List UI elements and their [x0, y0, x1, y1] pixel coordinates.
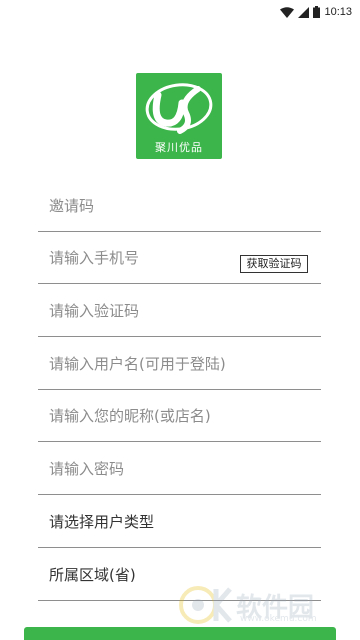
battery-icon — [313, 6, 321, 18]
signal-icon — [298, 6, 310, 18]
watermark: 软件园 www.okemu.com — [178, 585, 354, 625]
phone-placeholder: 请输入手机号 — [49, 249, 140, 267]
nickname-field[interactable]: 请输入您的昵称(或店名) — [38, 389, 321, 442]
app-logo: 聚川优品 — [136, 73, 222, 159]
user-type-select[interactable]: 请选择用户类型 — [38, 495, 321, 548]
submit-button[interactable] — [24, 627, 336, 640]
password-placeholder: 请输入密码 — [49, 460, 125, 478]
logo-text: 聚川优品 — [155, 141, 203, 154]
wifi-icon — [280, 6, 295, 18]
status-time: 10:13 — [324, 6, 352, 18]
watermark-url: www.okemu.com — [240, 614, 317, 624]
verify-code-field[interactable]: 请输入验证码 — [38, 284, 321, 337]
nickname-placeholder: 请输入您的昵称(或店名) — [49, 407, 211, 425]
logo-mark-icon — [145, 83, 213, 134]
username-field[interactable]: 请输入用户名(可用于登陆) — [38, 337, 321, 390]
region-label: 所属区域(省) — [49, 566, 136, 584]
invite-code-placeholder: 邀请码 — [49, 197, 95, 215]
verify-code-placeholder: 请输入验证码 — [49, 302, 140, 320]
get-code-button[interactable]: 获取验证码 — [240, 255, 308, 273]
user-type-label: 请选择用户类型 — [49, 513, 155, 531]
invite-code-field[interactable]: 邀请码 — [38, 179, 321, 232]
username-placeholder: 请输入用户名(可用于登陆) — [49, 355, 226, 373]
password-field[interactable]: 请输入密码 — [38, 442, 321, 495]
watermark-logo-icon — [179, 586, 232, 624]
status-bar: 10:13 — [0, 0, 360, 24]
